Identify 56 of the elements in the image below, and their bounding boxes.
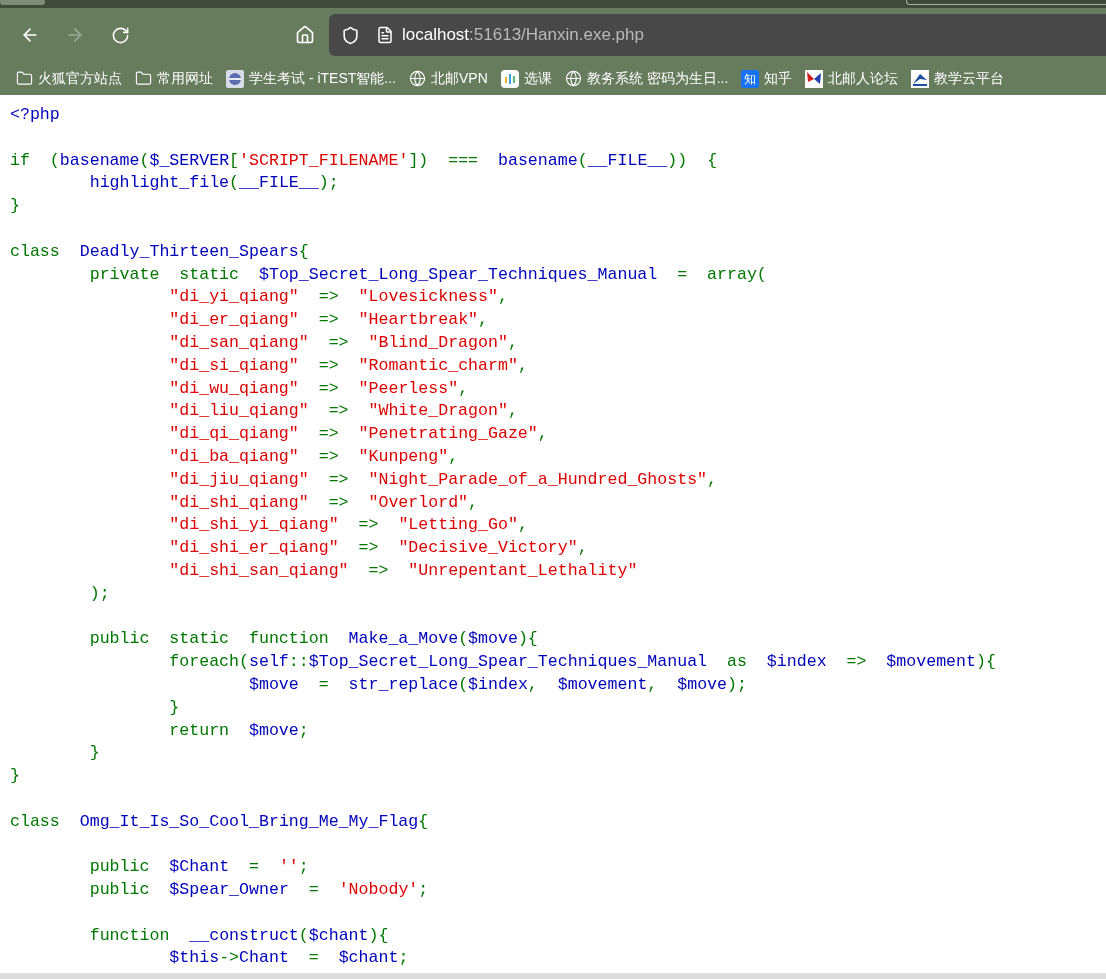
code-line: public $Spear_Owner = 'Nobody'; xyxy=(88,879,429,902)
bookmark[interactable]: 知 知乎 xyxy=(741,65,793,92)
code-line: "di_er_qiang" => "Heartbreak", xyxy=(168,309,488,332)
code-line: "di_shi_er_qiang" => "Decisive_Victory", xyxy=(168,537,588,560)
code-line: } xyxy=(10,765,20,788)
home-icon xyxy=(295,25,315,45)
bookmark[interactable]: 北邮人论坛 xyxy=(805,65,899,92)
code-line: "di_yi_qiang" => "Lovesickness", xyxy=(168,286,508,309)
bookmark[interactable]: 教务系统 密码为生日... xyxy=(564,65,729,92)
bookmark[interactable]: 教学云平台 xyxy=(911,65,1005,92)
code-line: } xyxy=(10,195,20,218)
code-line: public static function Make_a_Move($move){ xyxy=(88,628,538,651)
bookmark[interactable]: 选课 xyxy=(500,65,552,92)
code-line: ); xyxy=(88,582,110,605)
code-line: function __construct($chant){ xyxy=(88,924,389,947)
code-line: "di_si_qiang" => "Romantic_charm", xyxy=(168,354,528,377)
code-line: "di_liu_qiang" => "White_Dragon", xyxy=(168,400,518,423)
globe-logo-icon xyxy=(226,69,244,88)
bookmark[interactable]: 常用网址 xyxy=(135,65,213,92)
shield-icon xyxy=(341,25,360,45)
folder-icon xyxy=(16,70,33,87)
butterfly-logo-icon xyxy=(805,69,824,88)
code-line: "di_ba_qiang" => "Kunpeng", xyxy=(168,445,459,468)
bookmark[interactable]: 学生考试 - iTEST智能... xyxy=(226,65,396,92)
code-line: private static $Top_Secret_Long_Spear_Techniques_Manual = array( xyxy=(88,263,767,286)
code-line: public $Chant = ''; xyxy=(88,856,309,879)
code-line: class Omg_It_Is_So_Cool_Bring_Me_My_Flag{ xyxy=(10,810,429,833)
code-line: class Deadly_Thirteen_Spears{ xyxy=(10,240,309,263)
code-line: if (basename($_SERVER['SCRIPT_FILENAME']) === basename(__FILE__)) { xyxy=(10,149,718,172)
folder-icon xyxy=(135,70,152,87)
code-line: "di_qi_qiang" => "Penetrating_Gaze", xyxy=(168,423,548,446)
code-line: "di_shi_san_qiang" => "Unrepentant_Lethality" xyxy=(168,559,638,582)
bookmark[interactable]: 北邮VPN xyxy=(409,65,488,92)
code-line: "di_jiu_qiang" => "Night_Parade_of_a_Hundred_Ghosts", xyxy=(168,468,718,491)
bird-logo-icon xyxy=(911,69,930,88)
bars-logo-icon xyxy=(500,69,519,88)
horizontal-scrollbar[interactable] xyxy=(0,973,1106,979)
page-icon xyxy=(376,26,394,44)
code-line: $move = str_replace($index, $movement, $move); xyxy=(248,673,747,696)
code-line: "di_shi_qiang" => "Overlord", xyxy=(168,491,479,514)
reload-icon xyxy=(110,25,130,45)
code-line: foreach(self::$Top_Secret_Long_Spear_Techniques_Manual as $index => $movement){ xyxy=(168,651,996,674)
code-line: "di_wu_qiang" => "Peerless", xyxy=(168,377,469,400)
code-line: <?php xyxy=(10,104,60,126)
globe-icon xyxy=(409,70,426,87)
code-line: } xyxy=(168,696,180,719)
globe-icon xyxy=(564,70,582,87)
url-field[interactable]: localhost:51613/Hanxin.exe.php xyxy=(329,14,1106,56)
code-line: highlight_file(__FILE__); xyxy=(88,172,339,195)
code-line: return $move; xyxy=(168,719,309,742)
code-line: "di_san_qiang" => "Blind_Dragon", xyxy=(168,331,518,354)
code-line: $this->Chant = $chant; xyxy=(168,947,409,970)
zhihu-logo-icon: 知 xyxy=(741,69,760,88)
bookmark[interactable]: 火狐官方站点 xyxy=(16,65,122,92)
code-line: } xyxy=(88,742,100,765)
code-line: "di_shi_yi_qiang" => "Letting_Go", xyxy=(168,514,528,537)
